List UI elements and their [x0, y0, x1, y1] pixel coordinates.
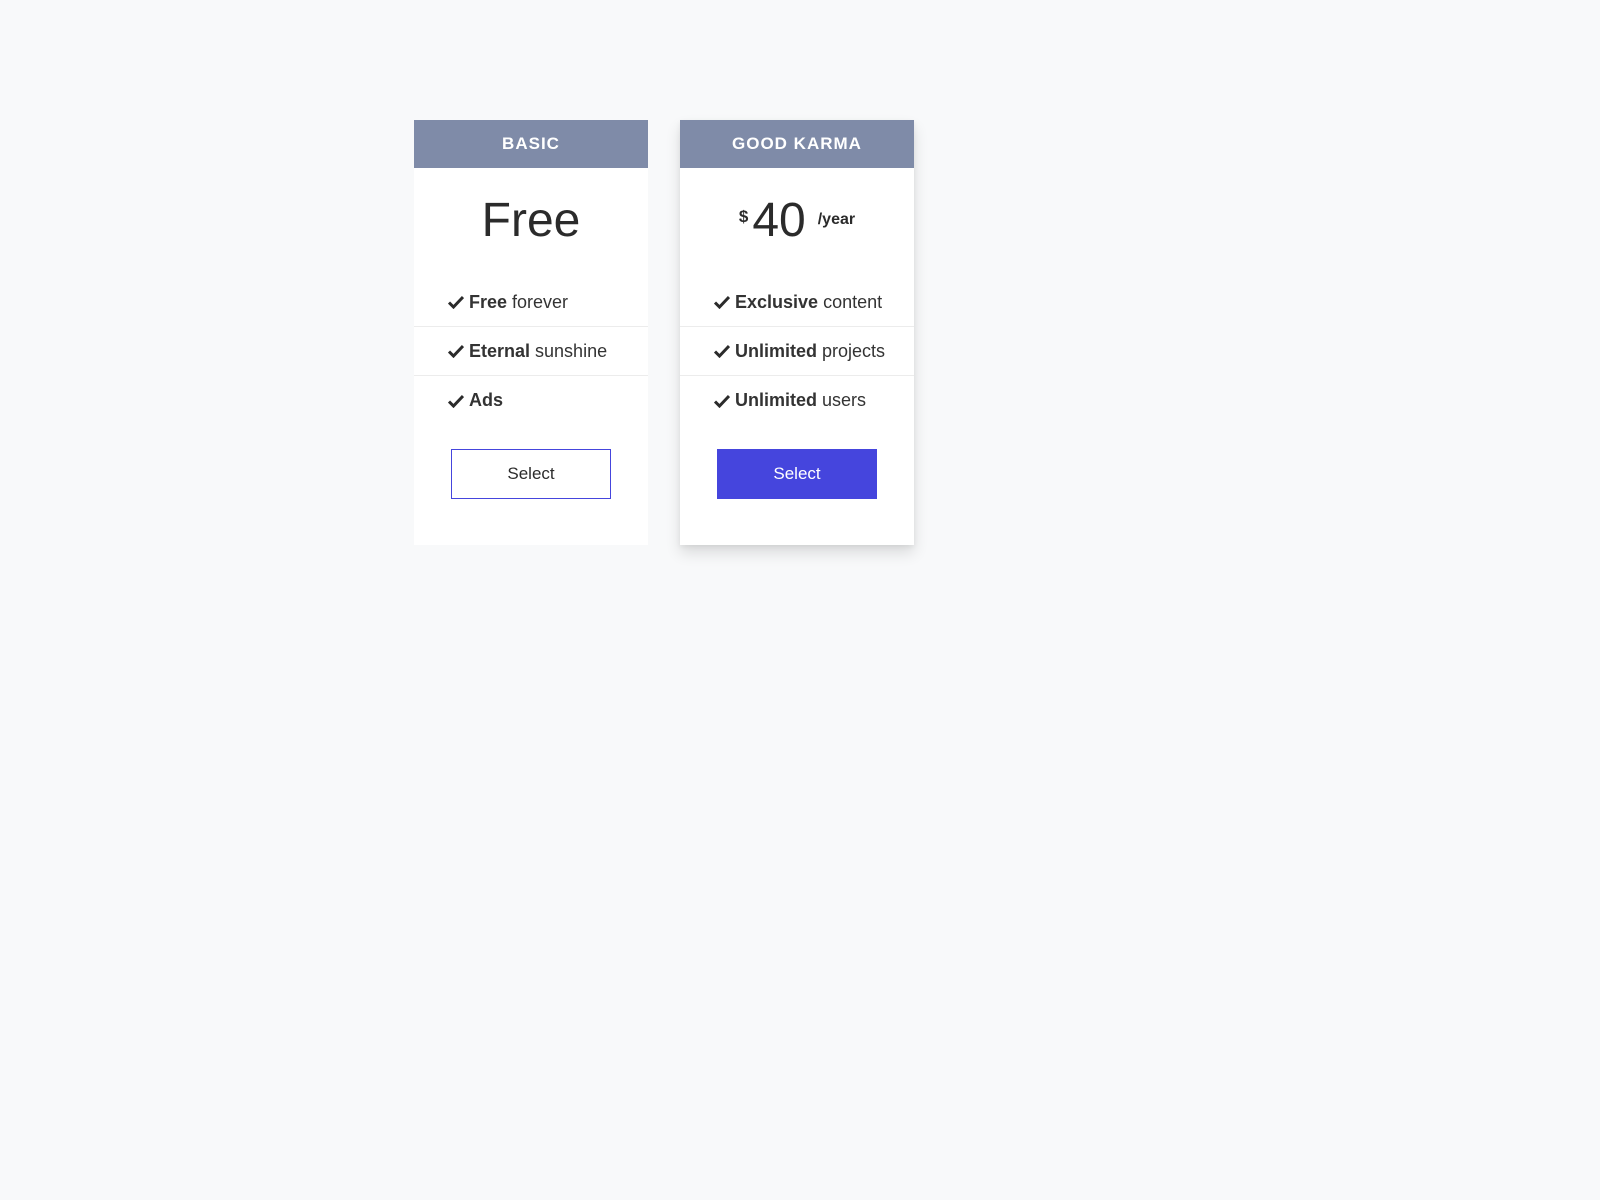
- plan-price: $ 40 /year: [680, 168, 914, 278]
- check-icon: [713, 293, 731, 311]
- pricing-plans: BASIC Free Free forever Eternal sunshine: [414, 120, 914, 545]
- list-item: Free forever: [414, 278, 648, 327]
- select-good-karma-button[interactable]: Select: [717, 449, 877, 499]
- button-row: Select: [680, 425, 914, 545]
- check-icon: [447, 293, 465, 311]
- price-period: /year: [817, 211, 856, 228]
- feature-text: sunshine: [535, 340, 608, 361]
- price-amount: 40: [752, 193, 806, 247]
- plan-title: GOOD KARMA: [680, 120, 914, 168]
- feature-text: content: [823, 291, 883, 312]
- plan-title: BASIC: [414, 120, 648, 168]
- select-basic-button[interactable]: Select: [451, 449, 611, 499]
- feature-text: forever: [512, 291, 569, 312]
- feature-highlight: Eternal: [469, 340, 531, 361]
- check-icon: [447, 392, 465, 410]
- feature-text: projects: [822, 340, 886, 361]
- list-item: Unlimited users: [680, 376, 914, 425]
- button-row: Select: [414, 425, 648, 545]
- feature-list: Exclusive content Unlimited projects Unl…: [680, 278, 914, 425]
- feature-text: users: [822, 390, 867, 410]
- feature-highlight: Exclusive: [735, 291, 819, 312]
- feature-highlight: Ads: [469, 390, 504, 410]
- plan-card-basic: BASIC Free Free forever Eternal sunshine: [414, 120, 648, 545]
- feature-highlight: Unlimited: [735, 340, 818, 361]
- feature-highlight: Free: [469, 291, 508, 312]
- check-icon: [713, 392, 731, 410]
- list-item: Ads: [414, 376, 648, 425]
- plan-card-good-karma: GOOD KARMA $ 40 /year Exclusive content …: [680, 120, 914, 545]
- plan-price: Free: [414, 168, 648, 278]
- list-item: Eternal sunshine: [414, 327, 648, 376]
- list-item: Unlimited projects: [680, 327, 914, 376]
- feature-highlight: Unlimited: [735, 390, 818, 410]
- check-icon: [447, 342, 465, 360]
- price-free: Free: [481, 193, 581, 247]
- feature-list: Free forever Eternal sunshine Ads: [414, 278, 648, 425]
- check-icon: [713, 342, 731, 360]
- list-item: Exclusive content: [680, 278, 914, 327]
- price-currency: $: [738, 207, 749, 226]
